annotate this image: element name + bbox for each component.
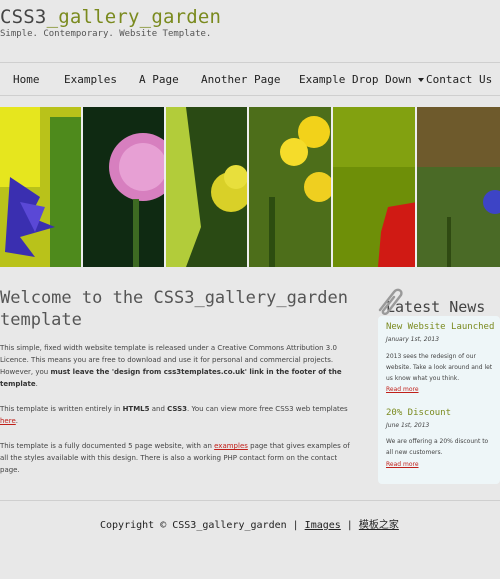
site-title-accent: _gallery_garden [46,6,222,28]
menu-item-example-drop-down-label: Example Drop Down [299,73,412,86]
footer-separator: | [292,520,299,531]
menu-item-a-page[interactable]: A Page [139,73,179,86]
read-more-link[interactable]: Read more [386,386,419,393]
page-title: Welcome to the CSS3_gallery_garden templ… [0,288,348,330]
header: CSS3_gallery_garden Simple. Contemporary… [0,0,500,60]
examples-link[interactable]: examples [214,442,248,450]
html5-text-2: and [149,405,168,413]
sidebar: New Website Launched January 1st, 2013 2… [378,288,500,484]
images-link[interactable]: Images [305,520,341,531]
documented-paragraph: This template is a fully documented 5 pa… [0,440,352,476]
gallery-image-4 [249,107,333,267]
here-link[interactable]: here [0,417,16,425]
news-date: June 1st, 2013 [386,422,430,429]
html5-text-1: This template is written entirely in [0,405,123,413]
site-title[interactable]: CSS3_gallery_garden [0,6,221,28]
gallery-image-5 [333,107,417,267]
css3-bold: CSS3 [167,405,188,413]
credit-link[interactable]: 模板之家 [359,520,399,531]
news-heading: 20% Discount [386,408,452,418]
gallery-image-3 [166,107,249,267]
intro-end: . [35,380,38,388]
site-title-prefix: CSS3 [0,6,47,28]
html5-text-end: . [15,417,19,425]
html5-text-3: . You can view more free CSS3 web templa… [187,405,348,413]
site-slogan: Simple. Contemporary. Website Template. [0,29,212,39]
intro-paragraph: This simple, fixed width website templat… [0,342,352,390]
news-text: We are offering a 20% discount to all ne… [386,438,489,456]
menu-item-examples[interactable]: Examples [64,73,117,86]
gallery-banner [0,107,500,267]
footer: Copyright © CSS3_gallery_garden | Images | 模… [0,500,500,579]
news-date: January 1st, 2013 [386,336,440,343]
gallery-image-6 [417,107,500,267]
footer-separator: | [346,520,353,531]
documented-text-1: This template is a fully documented 5 pa… [0,442,215,450]
read-more-link[interactable]: Read more [386,461,419,468]
menu-item-contact-us[interactable]: Contact Us [426,73,492,86]
menu-item-another-page[interactable]: Another Page [201,73,280,86]
footer-text: Copyright © CSS3_gallery_garden | Images | 模… [100,516,399,531]
copyright-text: Copyright © CSS3_gallery_garden [100,520,287,531]
html5-bold: HTML5 [122,405,150,413]
main-menu: Home Examples A Page Another Page Exampl… [0,62,500,96]
main-content: Welcome to the CSS3_gallery_garden templ… [0,287,358,476]
news-text: 2013 sees the redesign of our website. T… [386,353,493,382]
html5-paragraph: This template is written entirely in HTM… [0,403,352,427]
chevron-down-icon [417,78,424,82]
intro-bold-text: must leave the 'design from css3template… [0,368,342,388]
gallery-image-2 [83,107,166,267]
menu-item-example-drop-down[interactable]: Example Drop Down [299,73,424,86]
menu-item-home[interactable]: Home [13,73,40,86]
sidebar-panel: New Website Launched January 1st, 2013 2… [378,316,500,484]
paperclip-icon [372,284,408,324]
gallery-image-1 [0,107,83,267]
